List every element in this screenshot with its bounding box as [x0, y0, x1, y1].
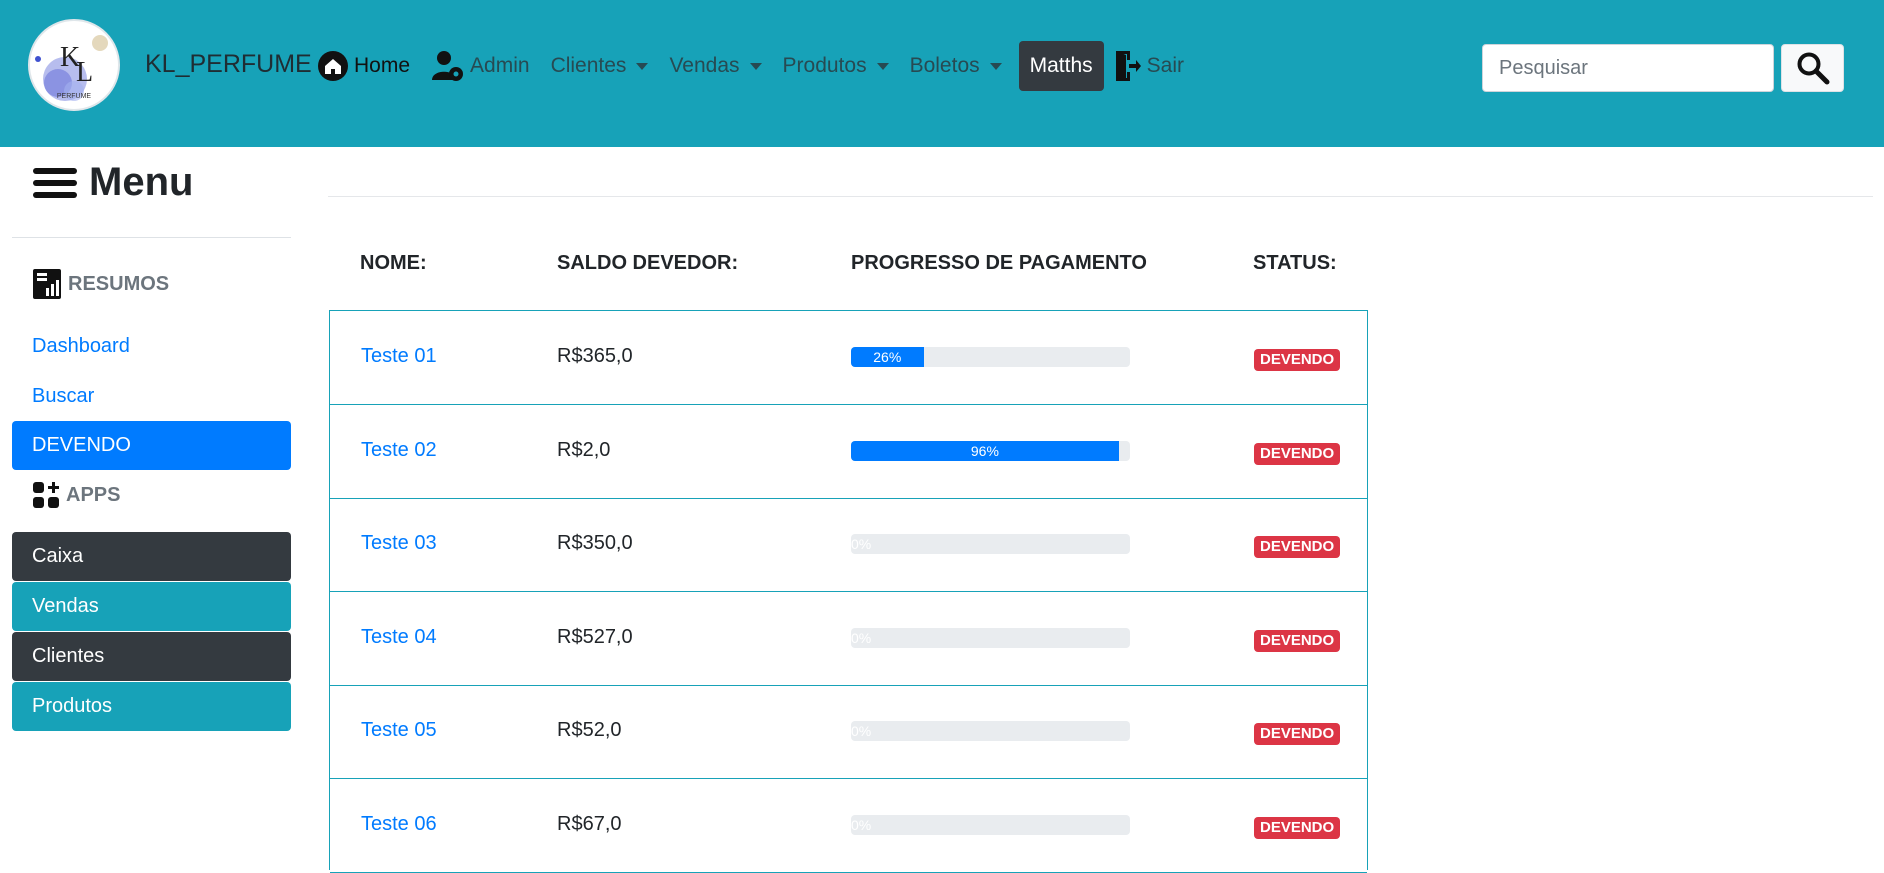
top-navbar: K L PERFUME KL_PERFUME Home Admin Client… [0, 0, 1884, 147]
payment-progress-bar: 0% [851, 721, 1130, 741]
nav-clientes-dropdown[interactable]: Clientes [551, 41, 649, 91]
progress-label: 0% [851, 723, 872, 739]
table-row: Teste 04 R$527,0 0% DEVENDO [330, 592, 1367, 686]
progress-fill: 96% [851, 440, 1119, 461]
sidebar-app-clientes[interactable]: Clientes [12, 632, 291, 681]
nav-boletos-dropdown[interactable]: Boletos [910, 41, 1002, 91]
balance-value: R$527,0 [557, 625, 633, 648]
sidebar-app-vendas[interactable]: Vendas [12, 582, 291, 631]
table-row: Teste 05 R$52,0 0% DEVENDO [330, 685, 1367, 779]
chevron-down-icon [636, 62, 649, 70]
section-resumos-label: RESUMOS [68, 272, 170, 295]
status-badge: DEVENDO [1254, 816, 1341, 839]
column-header-status: STATUS: [1253, 252, 1337, 274]
nav-vendas-dropdown[interactable]: Vendas [669, 41, 762, 91]
section-resumos: RESUMOS [32, 268, 169, 300]
apps-icon [33, 482, 59, 508]
nav-sair[interactable]: Sair [1114, 41, 1184, 91]
balance-value: R$67,0 [557, 812, 622, 835]
payment-progress-bar: 96% [851, 440, 1130, 461]
nav-matths-label: Matths [1029, 54, 1093, 77]
progress-label: 0% [851, 536, 872, 552]
sidebar-title-label: Menu [89, 160, 194, 204]
nav-home[interactable]: Home [317, 41, 410, 91]
sidebar-link-dashboard[interactable]: Dashboard [32, 335, 130, 358]
home-icon [317, 50, 349, 82]
progress-label: 0% [851, 816, 872, 833]
nav-produtos-dropdown[interactable]: Produtos [783, 41, 889, 91]
nav-admin[interactable]: Admin [431, 41, 530, 91]
brand-name[interactable]: KL_PERFUME [145, 50, 312, 79]
sidebar-link-buscar[interactable]: Buscar [32, 385, 94, 408]
sidebar-divider [12, 237, 291, 238]
nav-matths[interactable]: Matths [1018, 41, 1104, 91]
client-name-link[interactable]: Teste 04 [361, 626, 437, 649]
status-badge: DEVENDO [1254, 349, 1341, 371]
section-apps: APPS [32, 481, 120, 509]
chevron-down-icon [876, 62, 889, 70]
search-button[interactable] [1781, 44, 1844, 92]
sidebar-item-devendo[interactable]: DEVENDO [12, 421, 291, 470]
payment-progress-bar: 0% [851, 534, 1130, 554]
sidebar-app-caixa[interactable]: Caixa [12, 532, 291, 581]
search-input[interactable] [1482, 44, 1774, 92]
sidebar-title: Menu [33, 160, 193, 205]
progress-label: 0% [851, 629, 872, 646]
hamburger-menu-icon[interactable] [33, 165, 77, 201]
balance-value: R$52,0 [557, 719, 622, 741]
client-name-link[interactable]: Teste 05 [361, 719, 437, 742]
nav-boletos-label: Boletos [909, 54, 980, 77]
table-row: Teste 03 R$350,0 0% DEVENDO [330, 498, 1367, 592]
nav-produtos-label: Produtos [782, 54, 867, 77]
payment-progress-bar: 0% [851, 814, 1130, 835]
client-name-link[interactable]: Teste 03 [361, 532, 437, 555]
balance-value: R$2,0 [557, 438, 611, 461]
nav-clientes-label: Clientes [550, 54, 627, 77]
client-name-link[interactable]: Teste 02 [361, 439, 437, 462]
content-divider [328, 196, 1873, 197]
main-nav: Home Admin Clientes Vendas Produtos Bole… [317, 41, 1205, 91]
user-gear-icon [431, 49, 465, 83]
status-badge: DEVENDO [1254, 629, 1341, 652]
section-apps-label: APPS [66, 483, 121, 506]
column-header-nome: NOME: [360, 252, 427, 274]
chevron-down-icon [989, 62, 1002, 70]
sidebar-app-produtos[interactable]: Produtos [12, 682, 291, 731]
table-row: Teste 02 R$2,0 96% DEVENDO [330, 405, 1367, 499]
status-badge: DEVENDO [1254, 723, 1341, 745]
search-icon [1797, 52, 1829, 85]
client-name-link[interactable]: Teste 06 [361, 813, 437, 836]
client-name-link[interactable]: Teste 01 [361, 345, 437, 368]
nav-sair-label: Sair [1146, 54, 1185, 77]
payment-progress-bar: 26% [851, 347, 1130, 367]
debtors-table: Teste 01 R$365,0 26% DEVENDO Teste 02 R$2,0 96… [329, 310, 1368, 873]
status-badge: DEVENDO [1254, 536, 1341, 558]
logo-subtext: PERFUME [56, 93, 92, 100]
table-row: Teste 01 R$365,0 26% DEVENDO [330, 311, 1367, 405]
svg-text:L: L [76, 57, 93, 88]
balance-value: R$350,0 [557, 532, 633, 554]
payment-progress-bar: 0% [851, 627, 1130, 648]
brand-logo[interactable]: K L PERFUME [28, 19, 120, 111]
column-header-saldo: SALDO DEVEDOR: [557, 252, 739, 274]
table-row: Teste 06 R$67,0 0% DEVENDO [330, 779, 1367, 873]
status-badge: DEVENDO [1254, 442, 1341, 465]
chevron-down-icon [749, 62, 762, 70]
balance-value: R$365,0 [557, 345, 633, 367]
nav-home-label: Home [354, 54, 411, 77]
nav-vendas-label: Vendas [669, 54, 740, 77]
report-icon [33, 269, 61, 299]
nav-admin-label: Admin [470, 54, 530, 77]
progress-fill: 26% [851, 347, 924, 367]
logout-icon [1114, 49, 1142, 83]
column-header-progresso: PROGRESSO DE PAGAMENTO [851, 252, 1147, 274]
